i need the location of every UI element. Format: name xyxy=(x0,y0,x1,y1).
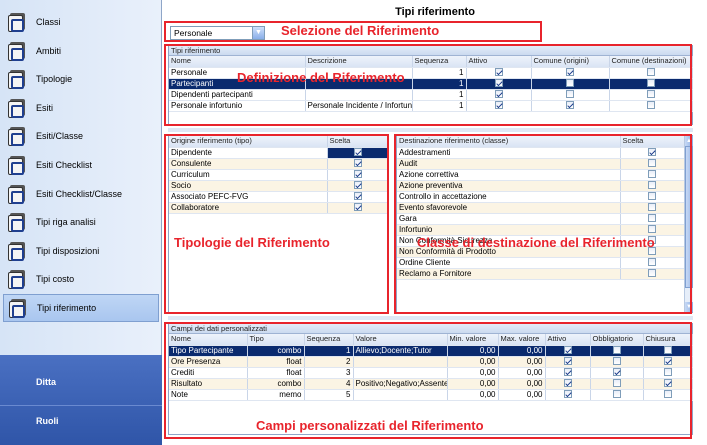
annotation-destination: Classe di destinazione del Riferimento xyxy=(417,235,655,250)
folder-icon xyxy=(7,11,29,33)
sidebar-item-label: Esiti xyxy=(36,102,54,113)
annotation-box-definition xyxy=(164,44,692,126)
splitter-bottom[interactable] xyxy=(168,316,693,320)
annotation-box-destination xyxy=(394,134,692,314)
folder-icon xyxy=(7,154,29,176)
sidebar: Classi Ambiti Tipologie Esiti Esiti/Classe Es… xyxy=(0,0,162,445)
sidebar-item-tipi-riferimento[interactable]: Tipi riferimento xyxy=(3,294,159,322)
sidebar-item-esiti-classe[interactable]: Esiti/Classe xyxy=(3,122,159,150)
folder-icon xyxy=(7,268,29,290)
sidebar-item-esiti[interactable]: Esiti xyxy=(3,94,159,122)
sidebar-item-tipi-riga-analisi[interactable]: Tipi riga analisi xyxy=(3,208,159,236)
folder-icon xyxy=(7,211,29,233)
sidebar-item-label: Tipi costo xyxy=(36,274,75,285)
sidebar-item-label: Tipi riferimento xyxy=(37,303,97,313)
splitter-top[interactable] xyxy=(168,128,693,132)
sidebar-item-label: Tipi riga analisi xyxy=(36,217,96,228)
annotation-definition: Definizione del Riferimento xyxy=(237,70,405,85)
sidebar-item-tipi-disposizioni[interactable]: Tipi disposizioni xyxy=(3,237,159,265)
nav-ruoli[interactable]: Ruoli xyxy=(0,405,162,435)
sidebar-item-tipi-costo[interactable]: Tipi costo xyxy=(3,265,159,293)
annotation-box-origin xyxy=(164,134,389,314)
sidebar-item-esiti-checklist-classe[interactable]: Esiti Checklist/Classe xyxy=(3,180,159,208)
folder-gear-icon xyxy=(8,297,30,319)
page-title: Tipi riferimento xyxy=(395,6,475,18)
annotation-origin: Tipologie del Riferimento xyxy=(174,235,330,250)
folder-icon xyxy=(7,125,29,147)
annotation-selection: Selezione del Riferimento xyxy=(281,23,440,38)
sidebar-item-label: Ambiti xyxy=(36,45,62,56)
folder-icon xyxy=(7,40,29,62)
sidebar-item-classi[interactable]: Classi xyxy=(3,8,159,36)
sidebar-item-label: Esiti/Classe xyxy=(36,131,84,142)
sidebar-item-label: Esiti Checklist xyxy=(36,160,93,170)
sidebar-item-label: Classi xyxy=(36,17,61,27)
folder-icon xyxy=(7,68,29,90)
sidebar-item-esiti-checklist[interactable]: Esiti Checklist xyxy=(3,151,159,179)
sidebar-item-label: Esiti Checklist/Classe xyxy=(36,188,123,199)
sidebar-item-label: Tipologie xyxy=(36,74,73,85)
sidebar-item-ambiti[interactable]: Ambiti xyxy=(3,37,159,65)
sidebar-item-tipologie[interactable]: Tipologie xyxy=(3,65,159,93)
bottom-nav: Ditta Ruoli xyxy=(0,355,162,445)
nav-ditta[interactable]: Ditta xyxy=(0,367,162,397)
annotation-fields: Campi personalizzati del Riferimento xyxy=(256,418,484,433)
sidebar-item-label: Tipi disposizioni xyxy=(36,245,100,256)
folder-icon xyxy=(7,97,29,119)
folder-icon xyxy=(7,240,29,262)
folder-icon xyxy=(7,183,29,205)
